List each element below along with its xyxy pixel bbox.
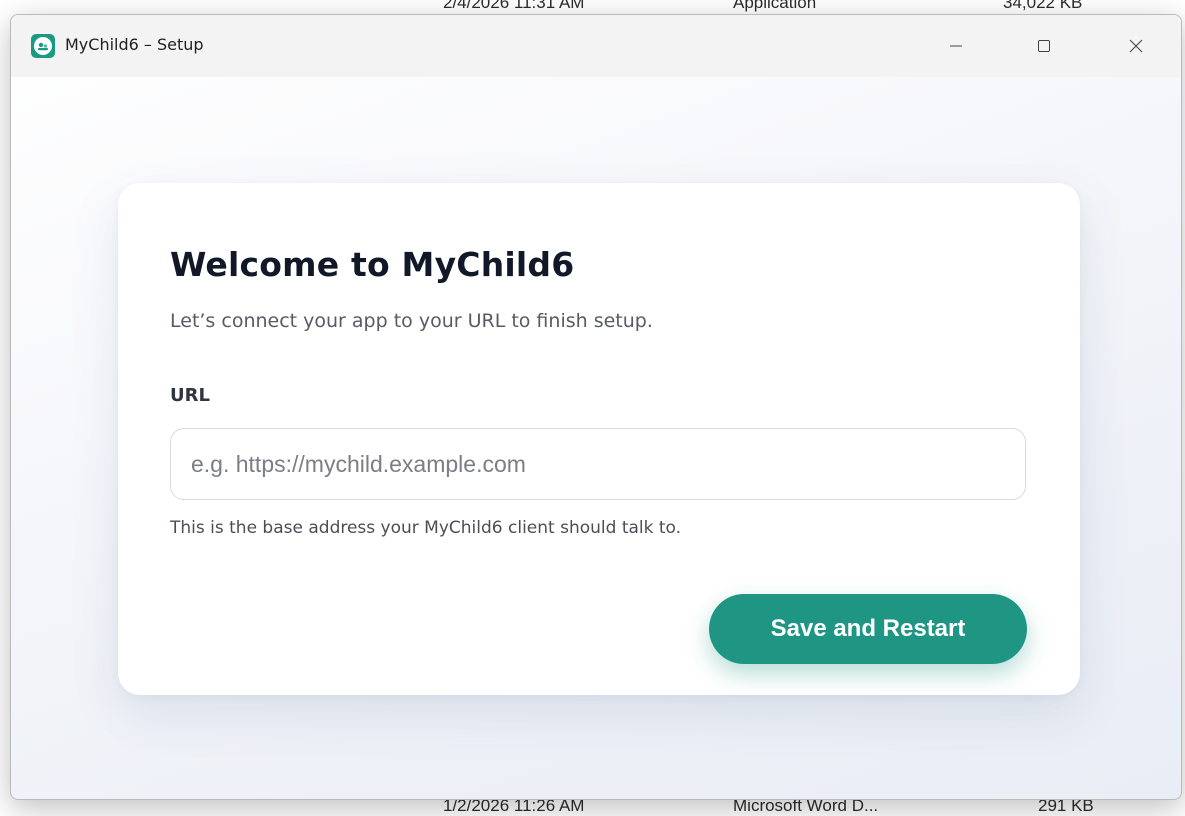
setup-card: Welcome to MyChild6 Let’s connect your a…	[118, 183, 1080, 695]
close-icon	[1129, 39, 1143, 53]
window-title: MyChild6 – Setup	[65, 35, 204, 54]
url-input[interactable]	[170, 428, 1026, 500]
close-button[interactable]	[1113, 23, 1159, 69]
setup-window: MyChild6 – Setup Welcome to MyChild6 Let…	[10, 14, 1182, 800]
page-title: Welcome to MyChild6	[170, 245, 575, 284]
background-file-date: 2/4/2026 11:31 AM	[443, 0, 585, 12]
url-label: URL	[170, 385, 210, 406]
save-and-restart-button[interactable]: Save and Restart	[709, 594, 1027, 664]
mychild6-logo-icon	[31, 34, 55, 58]
page-subtitle: Let’s connect your app to your URL to fi…	[170, 310, 653, 332]
minimize-icon	[950, 45, 962, 47]
background-file-type: Application	[733, 0, 817, 12]
title-bar[interactable]: MyChild6 – Setup	[11, 15, 1181, 77]
minimize-button[interactable]	[933, 23, 979, 69]
maximize-button[interactable]	[1021, 23, 1067, 69]
maximize-icon	[1038, 40, 1050, 52]
background-file-size: 34,022 KB	[1003, 0, 1083, 12]
url-help-text: This is the base address your MyChild6 c…	[170, 518, 682, 538]
